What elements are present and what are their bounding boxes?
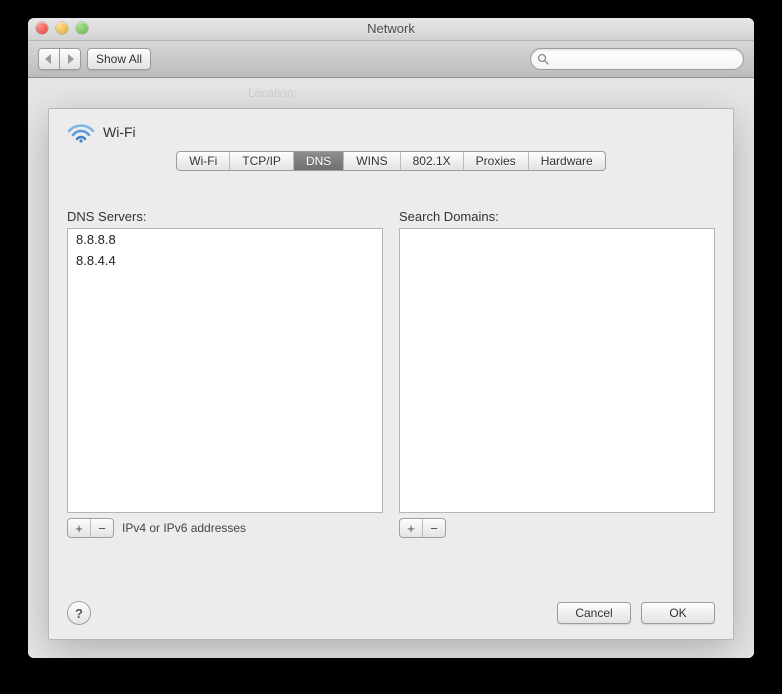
titlebar[interactable]: Network xyxy=(28,18,754,41)
interface-name: Wi-Fi xyxy=(103,124,136,140)
traffic-lights xyxy=(36,22,88,34)
tab-hardware[interactable]: Hardware xyxy=(529,152,605,170)
add-search-domain-button[interactable]: + xyxy=(400,519,423,537)
advanced-sheet: Wi-Fi Wi-FiTCP/IPDNSWINS802.1XProxiesHar… xyxy=(48,108,734,640)
dns-servers-label: DNS Servers: xyxy=(67,209,383,224)
nav-segment xyxy=(38,48,81,70)
back-button[interactable] xyxy=(38,48,59,70)
content-area: Location: Advanced… Click the lock to pr… xyxy=(28,78,754,658)
zoom-icon[interactable] xyxy=(76,22,88,34)
close-icon[interactable] xyxy=(36,22,48,34)
remove-search-domain-button[interactable]: − xyxy=(423,519,445,537)
tab-bar: Wi-FiTCP/IPDNSWINS802.1XProxiesHardware xyxy=(176,151,605,171)
search-input[interactable] xyxy=(553,51,737,67)
toolbar: Show All xyxy=(28,41,754,78)
show-all-button[interactable]: Show All xyxy=(87,48,151,70)
add-dns-button[interactable]: + xyxy=(68,519,91,537)
tab-proxies[interactable]: Proxies xyxy=(464,152,529,170)
wifi-icon xyxy=(67,121,95,143)
search-field[interactable] xyxy=(530,48,744,70)
remove-dns-button[interactable]: − xyxy=(91,519,113,537)
sheet-header: Wi-Fi xyxy=(49,109,733,143)
dns-hint: IPv4 or IPv6 addresses xyxy=(122,521,246,535)
dns-pane: DNS Servers: 8.8.8.88.8.4.4 + − IPv4 or … xyxy=(67,209,715,539)
forward-button[interactable] xyxy=(59,48,81,70)
help-button[interactable]: ? xyxy=(67,601,91,625)
search-icon xyxy=(537,53,549,65)
tab-tcp-ip[interactable]: TCP/IP xyxy=(230,152,294,170)
network-preferences-window: Network Show All Location: Advanced… Cli… xyxy=(28,18,754,658)
dns-servers-column: DNS Servers: 8.8.8.88.8.4.4 + − IPv4 or … xyxy=(67,209,383,539)
ok-button[interactable]: OK xyxy=(641,602,715,624)
tab-dns[interactable]: DNS xyxy=(294,152,344,170)
search-domains-list[interactable] xyxy=(399,228,715,513)
sheet-footer: ? Cancel OK xyxy=(67,601,715,625)
minimize-icon[interactable] xyxy=(56,22,68,34)
search-domains-column: Search Domains: + − xyxy=(399,209,715,539)
list-item[interactable]: 8.8.4.4 xyxy=(68,250,382,271)
tab-802-1x[interactable]: 802.1X xyxy=(401,152,464,170)
list-item[interactable]: 8.8.8.8 xyxy=(68,229,382,250)
search-domains-label: Search Domains: xyxy=(399,209,715,224)
cancel-button[interactable]: Cancel xyxy=(557,602,631,624)
tab-wi-fi[interactable]: Wi-Fi xyxy=(177,152,230,170)
window-title: Network xyxy=(367,21,415,36)
dns-servers-list[interactable]: 8.8.8.88.8.4.4 xyxy=(67,228,383,513)
tab-wins[interactable]: WINS xyxy=(344,152,400,170)
